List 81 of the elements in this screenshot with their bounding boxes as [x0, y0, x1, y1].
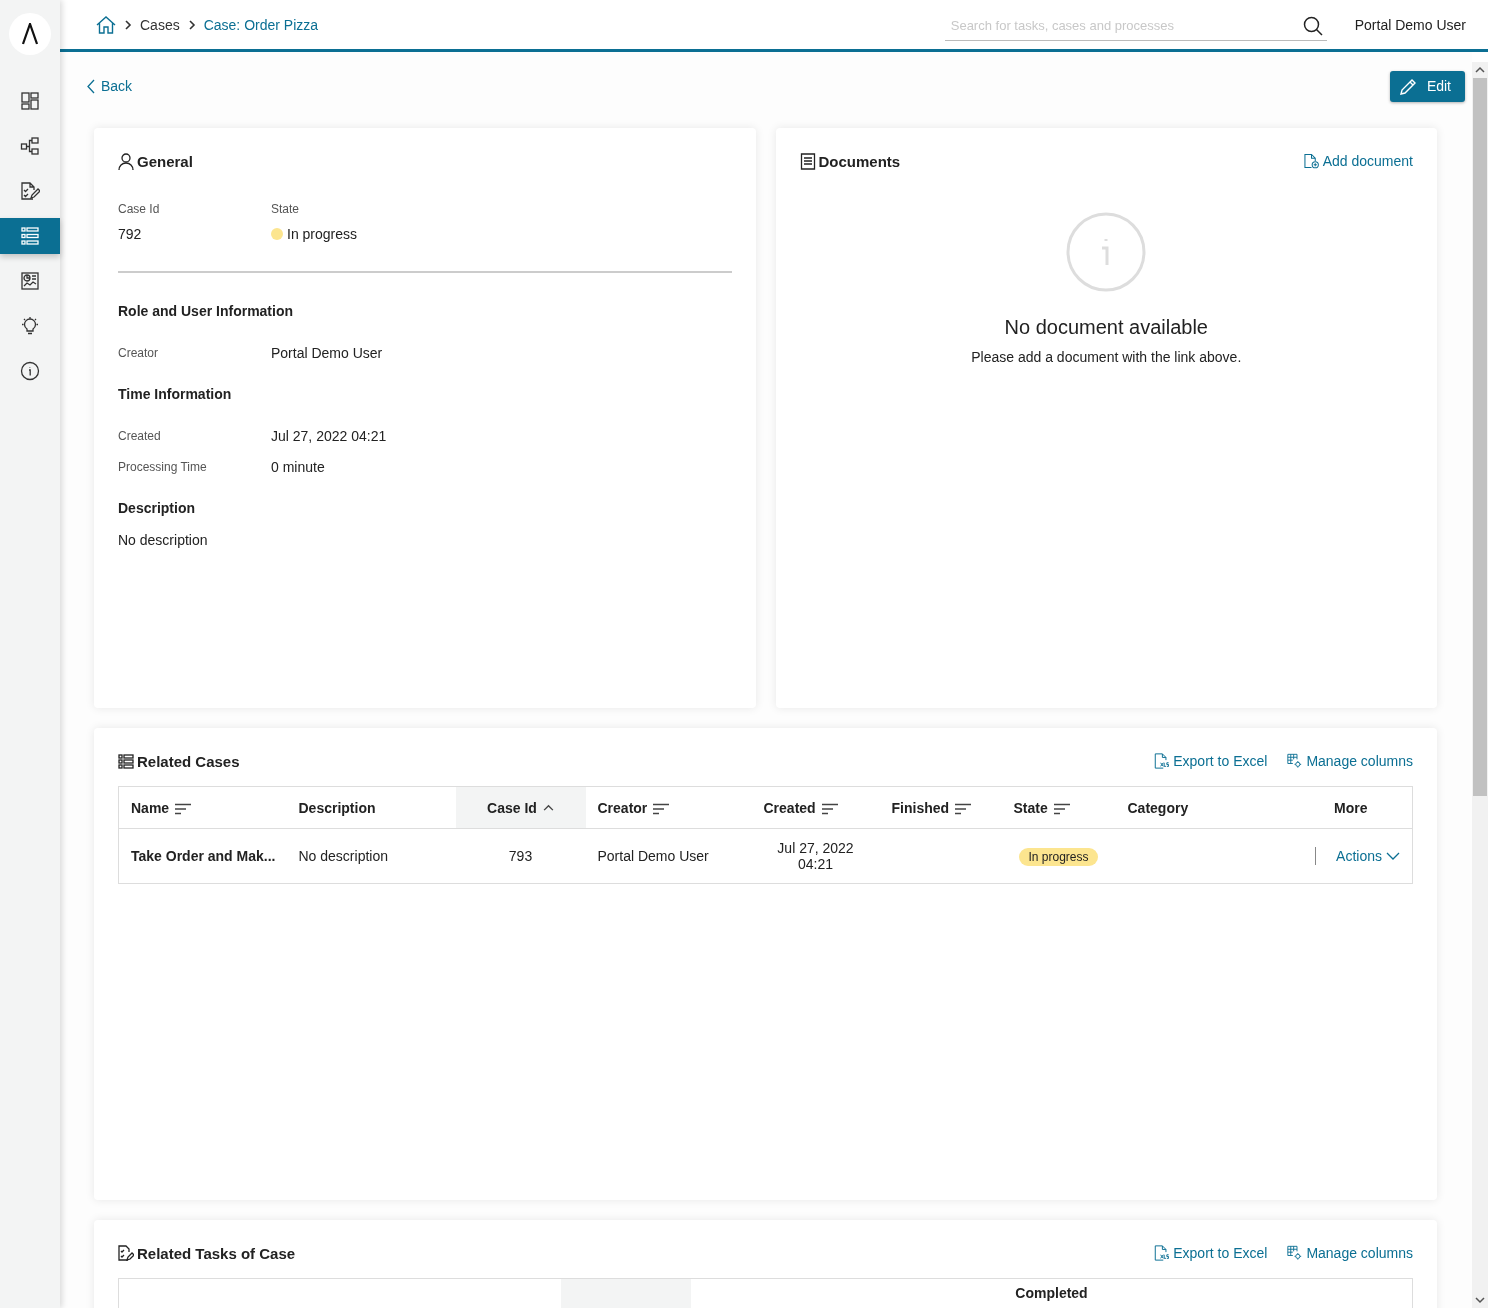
table-cell: Take Order and Mak... — [118, 828, 287, 884]
column-header[interactable]: Creator — [585, 786, 752, 829]
table-cell: 793 — [455, 828, 586, 884]
add-file-icon — [1303, 153, 1319, 169]
add-document-link[interactable]: Add document — [1303, 153, 1413, 169]
field-value: 0 minute — [271, 458, 326, 475]
column-header[interactable]: Description — [286, 786, 456, 829]
user-name[interactable]: Portal Demo User — [1354, 16, 1466, 33]
grid-icon — [20, 91, 40, 111]
field-label: Case Id — [118, 202, 161, 216]
search-icon[interactable] — [1302, 15, 1323, 36]
empty-state-heading: No document available — [1004, 316, 1208, 339]
card-title: General — [137, 152, 193, 170]
chevron-left-icon — [87, 78, 95, 94]
manage-columns-link[interactable]: Manage columns — [1287, 753, 1413, 769]
spreadsheet-file-icon — [1154, 753, 1170, 769]
export-excel-link[interactable]: Export to Excel — [1154, 753, 1268, 769]
field-value: 792 — [118, 226, 143, 242]
field-value: Jul 27, 2022 04:21 — [271, 427, 388, 444]
column-header[interactable]: Finished — [879, 786, 1002, 829]
sort-icon[interactable] — [955, 802, 972, 815]
section-title: Description — [118, 500, 196, 516]
checklist-pencil-icon — [20, 181, 40, 201]
person-icon — [118, 152, 134, 170]
flowchart-icon — [20, 136, 40, 156]
breadcrumb-link[interactable]: Cases — [140, 16, 180, 33]
column-header[interactable]: State — [1001, 786, 1116, 829]
list-icon — [20, 226, 40, 246]
home-icon[interactable] — [96, 15, 116, 34]
description-text: No description — [118, 532, 209, 548]
caret-down-icon — [1386, 852, 1400, 860]
caret-up-icon[interactable] — [542, 803, 554, 811]
column-header[interactable]: Completed — [691, 1279, 1412, 1308]
manage-columns-link[interactable]: Manage columns — [1287, 1245, 1413, 1261]
card-title: Related Tasks of Case — [137, 1244, 296, 1262]
column-header[interactable]: Category — [1115, 786, 1290, 829]
card-title: Documents — [818, 152, 901, 170]
sort-icon[interactable] — [653, 802, 670, 815]
table-gear-icon — [1287, 1245, 1303, 1261]
field-label: Created — [118, 428, 162, 443]
empty-state-message: Please add a document with the link above. — [971, 349, 1242, 365]
pencil-icon — [1399, 77, 1417, 95]
actions-dropdown[interactable]: Actions — [1336, 848, 1400, 864]
table-gear-icon — [1287, 753, 1303, 769]
sort-icon[interactable] — [175, 802, 192, 815]
card-title: Related Cases — [137, 752, 240, 770]
chart-icon — [20, 271, 40, 291]
back-link[interactable]: Back — [87, 78, 133, 94]
chevron-right-icon — [187, 19, 196, 30]
sort-icon[interactable] — [821, 802, 838, 815]
table-cell: No description — [286, 828, 456, 884]
breadcrumb-link[interactable]: Case: Order Pizza — [203, 16, 319, 33]
status-badge: In progress — [1019, 848, 1098, 866]
edit-button[interactable]: Edit — [1389, 70, 1465, 102]
info-icon — [1066, 212, 1147, 292]
spreadsheet-file-icon — [1154, 1245, 1170, 1261]
lightbulb-icon — [20, 316, 40, 336]
export-excel-link[interactable]: Export to Excel — [1154, 1245, 1268, 1261]
table-cell: Portal Demo User — [585, 828, 752, 884]
status-dot — [271, 228, 283, 240]
column-header[interactable]: Case Id — [455, 786, 586, 829]
logo-icon[interactable] — [9, 13, 51, 55]
sidebar-item[interactable] — [0, 218, 60, 254]
column-header[interactable]: Name — [118, 786, 287, 829]
document-icon — [799, 152, 816, 170]
sort-icon[interactable] — [1053, 802, 1070, 815]
column-header[interactable]: More — [1289, 786, 1413, 829]
section-title: Time Information — [118, 386, 233, 402]
field-label: Creator — [118, 345, 159, 360]
field-label: State — [271, 202, 301, 216]
scrollbar[interactable] — [1472, 62, 1488, 1308]
checklist-pencil-icon — [118, 1244, 134, 1262]
table-cell: Jul 27, 2022 04:21 — [751, 828, 880, 884]
chevron-right-icon — [124, 19, 132, 30]
field-label: Processing Time — [118, 459, 208, 474]
info-icon — [20, 361, 40, 381]
column-header[interactable]: Created — [751, 786, 880, 829]
field-value: Portal Demo User — [271, 344, 384, 361]
section-title: Role and User Information — [118, 303, 295, 319]
field-value: In progress — [287, 226, 358, 242]
list-icon — [118, 752, 134, 770]
